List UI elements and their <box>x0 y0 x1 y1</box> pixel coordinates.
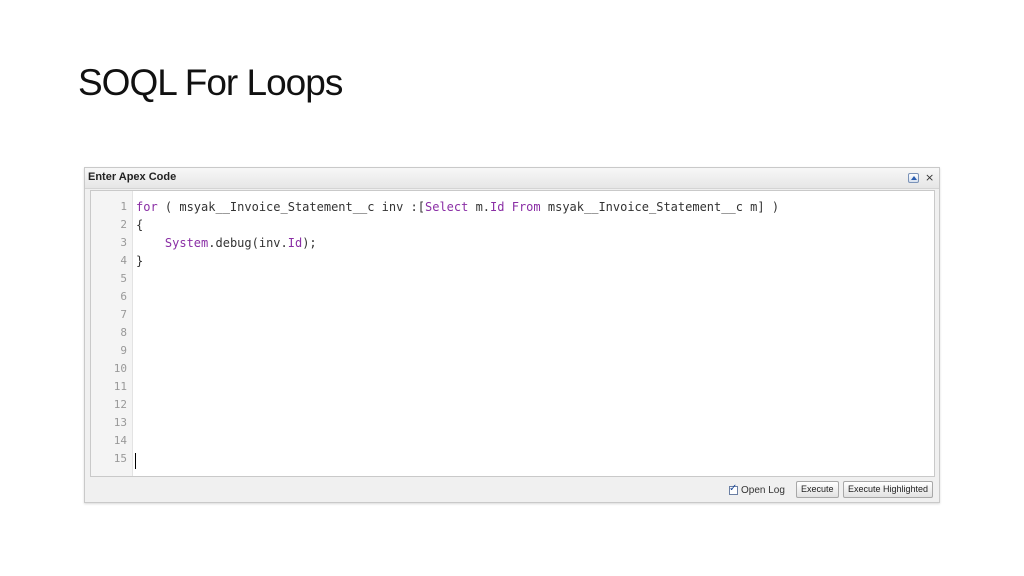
line-number-gutter: 1 2 3 4 5 6 7 8 9 10 11 12 13 14 15 <box>91 191 133 476</box>
execute-button[interactable]: Execute <box>796 481 839 498</box>
code-line: for ( msyak__Invoice_Statement__c inv :[… <box>136 198 779 216</box>
line-number: 13 <box>113 416 127 429</box>
line-number: 6 <box>120 290 127 303</box>
code-editor[interactable]: 1 2 3 4 5 6 7 8 9 10 11 12 13 14 15 for ( msyak__Invoi… <box>90 190 935 477</box>
open-log-checkbox[interactable] <box>729 483 738 495</box>
panel-footer: Open Log Execute Execute Highlighted <box>85 477 939 503</box>
code-keyword: From <box>511 200 541 214</box>
slide-title: SOQL For Loops <box>78 62 343 103</box>
line-number: 9 <box>120 344 127 357</box>
code-keyword: for <box>136 200 158 214</box>
code-line: System.debug(inv.Id); <box>136 234 317 252</box>
line-number: 1 <box>120 200 127 213</box>
code-keyword: Id <box>287 236 303 250</box>
code-text: m. <box>468 200 491 214</box>
line-number: 5 <box>120 272 127 285</box>
code-text: ); <box>302 236 317 250</box>
code-text: ( msyak__Invoice_Statement__c inv :[ <box>157 200 425 214</box>
line-number: 15 <box>113 452 127 465</box>
code-text: { <box>136 218 144 232</box>
collapse-up-icon[interactable] <box>908 173 919 183</box>
line-number: 7 <box>120 308 127 321</box>
line-number: 14 <box>113 434 127 447</box>
panel-title: Enter Apex Code <box>88 171 177 183</box>
line-number: 4 <box>120 254 127 267</box>
apex-code-panel: Enter Apex Code × 1 2 3 4 5 6 7 8 9 10 11 12 13 14 15 … <box>84 167 940 503</box>
line-number: 11 <box>113 380 127 393</box>
line-number: 12 <box>113 398 127 411</box>
code-keyword: Id <box>490 200 505 214</box>
code-keyword: System <box>164 236 209 250</box>
line-number: 10 <box>113 362 127 375</box>
code-keyword: Select <box>425 200 469 214</box>
open-log-option[interactable]: Open Log <box>729 483 785 496</box>
code-line: { <box>136 216 143 234</box>
execute-highlighted-button[interactable]: Execute Highlighted <box>843 481 934 498</box>
close-icon[interactable]: × <box>925 171 934 184</box>
code-text: } <box>136 254 144 268</box>
text-cursor <box>135 453 136 469</box>
code-line: } <box>136 252 143 270</box>
line-number: 8 <box>120 326 127 339</box>
code-text: msyak__Invoice_Statement__c m] ) <box>540 200 780 214</box>
panel-header: Enter Apex Code × <box>85 168 939 189</box>
code-text: .debug(inv. <box>208 236 288 250</box>
line-number: 3 <box>120 236 127 249</box>
line-number: 2 <box>120 218 127 231</box>
open-log-label: Open Log <box>741 485 785 496</box>
